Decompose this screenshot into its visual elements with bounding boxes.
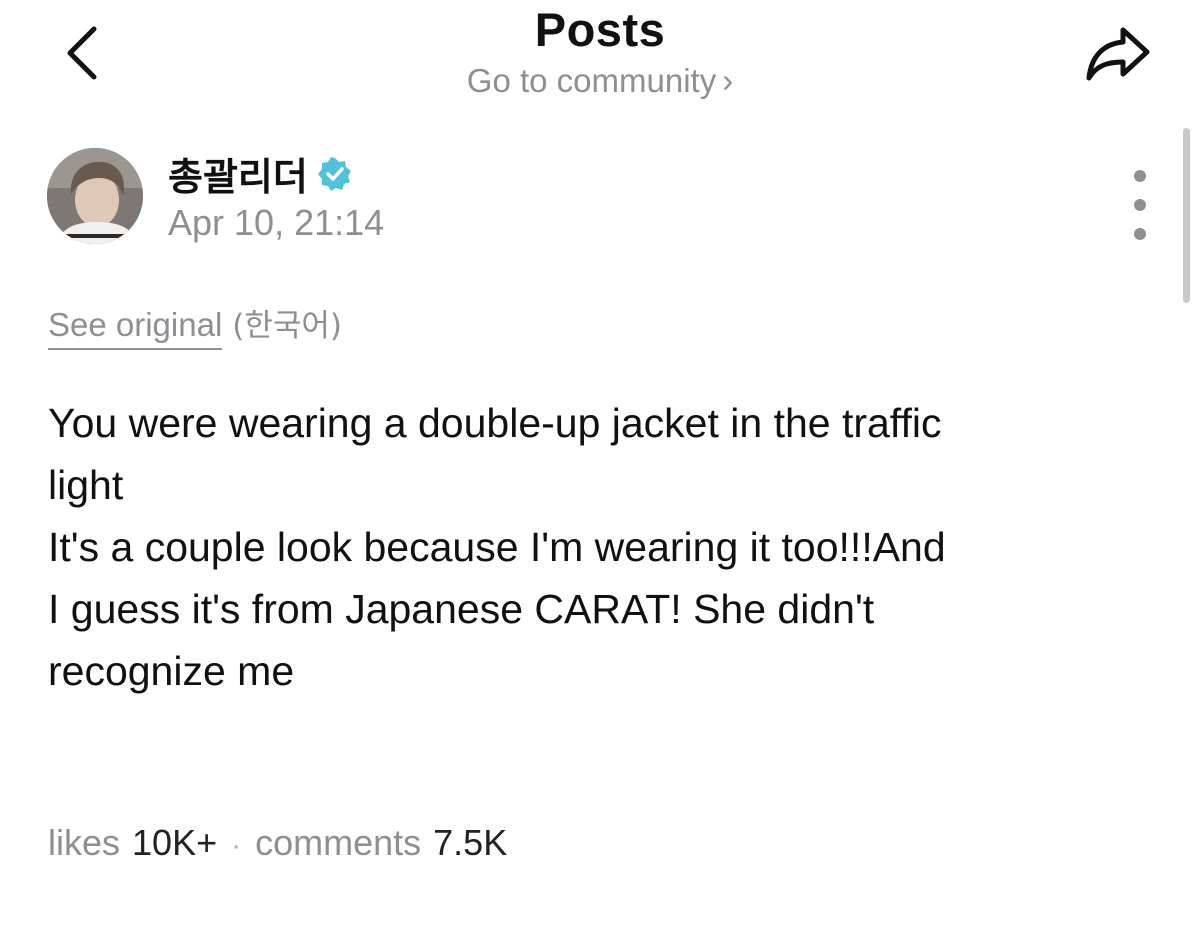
post-body-line: You were wearing a double-up jacket in t…	[48, 400, 942, 446]
stats-separator: ·	[231, 829, 242, 862]
see-original-link[interactable]: See original	[48, 306, 223, 350]
original-language: (한국어)	[232, 308, 343, 344]
share-arrow-icon	[1086, 27, 1150, 81]
community-link-label: Go to community	[466, 62, 717, 99]
likes-count: 10K+	[132, 822, 218, 863]
translation-row: See original (한국어)	[48, 300, 342, 350]
post-body-line: It's a couple look because I'm wearing i…	[48, 524, 946, 570]
more-vertical-icon	[1134, 170, 1146, 182]
comments-count: 7.5K	[433, 822, 508, 863]
go-to-community-link[interactable]: Go to community ›	[0, 62, 1200, 100]
scrollbar[interactable]	[1183, 128, 1190, 303]
author-name[interactable]: 총괄리더	[168, 146, 308, 201]
more-options-button[interactable]	[1122, 170, 1158, 240]
avatar[interactable]	[47, 148, 143, 244]
verified-badge-icon	[317, 156, 352, 191]
chevron-right-icon: ›	[722, 62, 734, 99]
post-stats: likes 10K+ · comments 7.5K	[48, 822, 507, 864]
more-dot	[1134, 199, 1146, 211]
avatar-photo	[47, 148, 143, 244]
post-body-line: I guess it's from Japanese CARAT! She di…	[48, 586, 875, 632]
post-body-line: light	[48, 462, 124, 508]
post-body-line: recognize me	[48, 648, 295, 694]
top-bar: Posts Go to community ›	[0, 0, 1200, 120]
post-body: You were wearing a double-up jacket in t…	[48, 392, 1108, 702]
more-dot	[1134, 228, 1146, 240]
comments-label[interactable]: comments	[255, 822, 421, 864]
author-row: 총괄리더	[168, 146, 352, 201]
share-button[interactable]	[1078, 18, 1158, 88]
likes-label[interactable]: likes	[48, 822, 120, 864]
page-title: Posts	[534, 3, 666, 56]
post-date: Apr 10, 21:14	[168, 202, 385, 243]
